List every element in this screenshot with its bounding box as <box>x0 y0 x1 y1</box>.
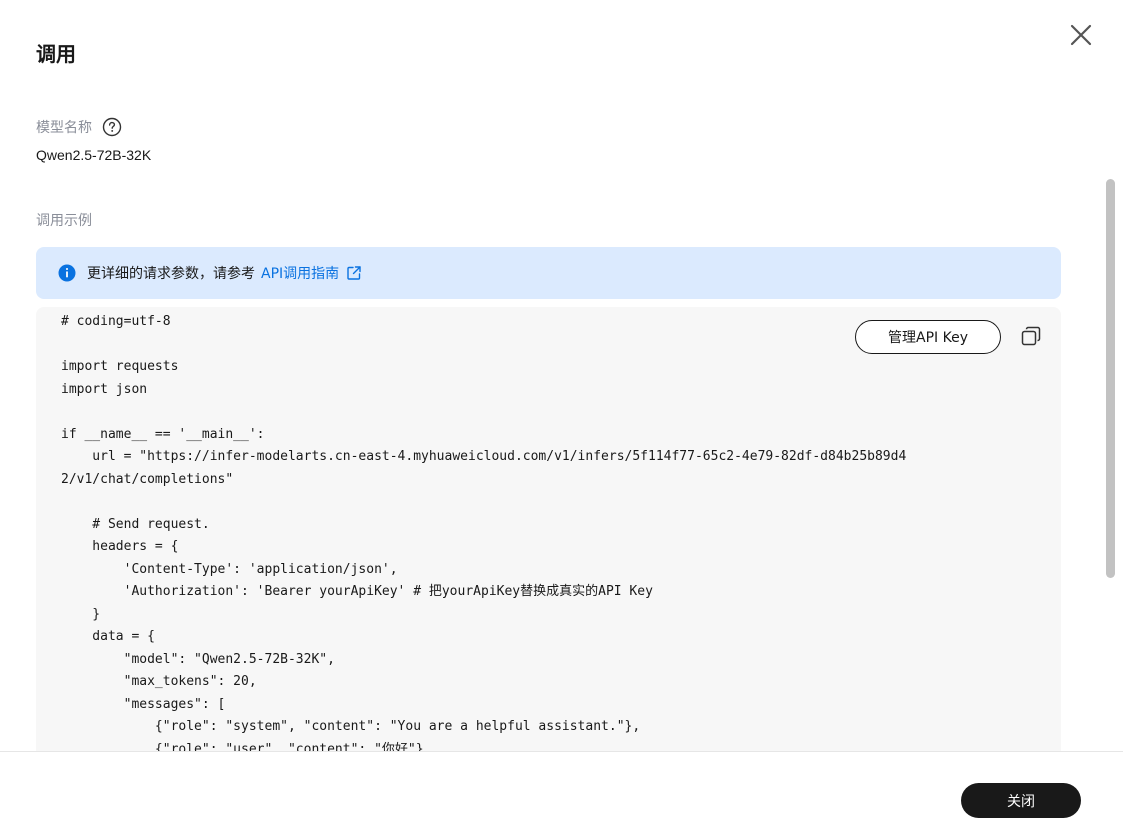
code-line: if __name__ == '__main__': <box>61 426 265 442</box>
model-name-label-row: 模型名称 <box>36 117 122 137</box>
code-line: data = { <box>61 629 155 644</box>
code-line: 2/v1/chat/completions" <box>61 471 234 487</box>
dialog-title: 调用 <box>36 42 76 66</box>
model-name-value: Qwen2.5-72B-32K <box>36 147 152 163</box>
copy-icon[interactable] <box>1020 325 1042 347</box>
model-name-label: 模型名称 <box>36 120 92 136</box>
code-content: # coding=utf-8 import requests import jso… <box>61 311 906 761</box>
code-line: # coding=utf-8 <box>61 314 171 329</box>
code-line: url = "https://infer-modelarts.cn-east-4… <box>61 449 907 464</box>
question-circle-icon[interactable] <box>102 117 122 137</box>
info-banner: 更详细的请求参数，请参考 API调用指南 <box>36 247 1061 299</box>
api-guide-link[interactable]: API调用指南 <box>261 263 339 283</box>
external-link-icon[interactable] <box>346 265 362 281</box>
close-button[interactable]: 关闭 <box>961 783 1081 818</box>
invoke-example-label: 调用示例 <box>36 213 92 229</box>
code-line: import requests <box>61 359 179 374</box>
dialog-footer: 关闭 <box>0 751 1123 828</box>
manage-api-key-button[interactable]: 管理API Key <box>855 320 1001 354</box>
info-banner-text: 更详细的请求参数，请参考 <box>87 266 255 282</box>
scrollbar-thumb[interactable] <box>1106 179 1115 578</box>
code-line: } <box>61 606 101 622</box>
code-line: # Send request. <box>61 516 210 532</box>
close-icon[interactable] <box>1066 20 1096 50</box>
code-line: import json <box>61 381 148 397</box>
code-line: "messages": [ <box>61 696 226 712</box>
code-line: {"role": "system", "content": "You are a… <box>61 719 641 734</box>
code-example-block: # coding=utf-8 import requests import jso… <box>36 307 1061 767</box>
code-line: "model": "Qwen2.5-72B-32K", <box>61 651 335 667</box>
code-line: 'Authorization': 'Bearer yourApiKey' # 把… <box>61 584 653 599</box>
code-line: "max_tokens": 20, <box>61 674 257 689</box>
info-circle-icon <box>58 264 76 282</box>
code-line: 'Content-Type': 'application/json', <box>61 561 398 577</box>
code-line: headers = { <box>61 539 179 554</box>
invoke-dialog: 调用 模型名称 Qwen2.5-72B-32K 调用示例 更详细的请求参数，请参… <box>0 0 1123 828</box>
